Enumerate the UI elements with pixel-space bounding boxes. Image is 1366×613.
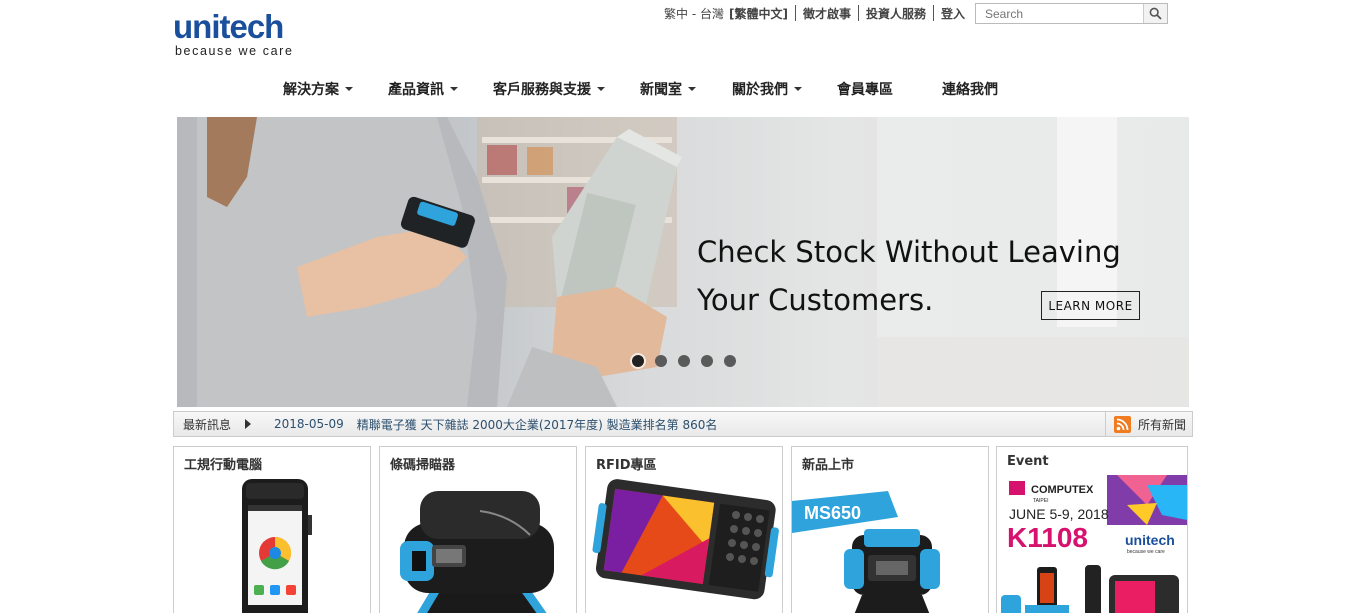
login-link[interactable]: 登入 (941, 5, 965, 22)
caret-down-icon (450, 87, 458, 91)
carousel-dot[interactable] (724, 355, 736, 367)
language-selector[interactable]: [繁體中文] (729, 5, 788, 22)
ms650-scanner-image: MS650 (792, 491, 940, 613)
all-news-label: 所有新聞 (1137, 417, 1186, 432)
carousel-dot[interactable] (655, 355, 667, 367)
news-label: 最新訊息 (183, 417, 232, 432)
nav-label: 會員專區 (837, 82, 893, 98)
investor-link[interactable]: 投資人服務 (866, 5, 926, 22)
nav-solutions[interactable]: 解決方案 (283, 79, 353, 99)
card-new-products[interactable]: 新品上市 MS650 (791, 446, 989, 613)
recruit-link[interactable]: 徵才啟事 (803, 5, 851, 22)
search-icon (1149, 7, 1162, 20)
computex-event-image: COMPUTEX TAIPEI JUNE 5-9, 2018 K1108 uni… (1001, 475, 1187, 613)
ring-scanner-image (400, 491, 554, 613)
carousel-dot[interactable] (632, 355, 644, 367)
event-brand-tagline: because we care (1127, 549, 1165, 555)
nav-label: 關於我們 (732, 82, 788, 98)
nav-contact[interactable]: 連絡我們 (942, 79, 998, 99)
caret-down-icon (794, 87, 802, 91)
logo[interactable]: unitech because we care (173, 8, 303, 59)
card-rfid[interactable]: RFID專區 (585, 446, 783, 613)
news-date: 2018-05-09 (274, 417, 344, 431)
divider (794, 5, 796, 21)
logo-wordmark: unitech (173, 8, 284, 45)
hero-carousel[interactable]: Check Stock Without Leaving Your Custome… (177, 117, 1189, 407)
nav-label: 解決方案 (283, 82, 339, 98)
nav-members[interactable]: 會員專區 (837, 79, 893, 99)
caret-down-icon (345, 87, 353, 91)
search-input[interactable] (976, 4, 1143, 23)
logo-tagline: because we care (175, 44, 294, 58)
search-button[interactable] (1143, 4, 1167, 23)
nav-label: 客戶服務與支援 (493, 82, 591, 98)
card-industrial-mobile-computer[interactable]: 工規行動電腦 (173, 446, 371, 613)
nav-label: 新聞室 (640, 82, 682, 98)
news-ticker: 最新訊息 2018-05-09 精聯電子獲 天下雜誌 2000大企業(2017年… (173, 411, 1193, 437)
nav-support[interactable]: 客戶服務與支援 (493, 79, 605, 99)
nav-label: 連絡我們 (942, 82, 998, 98)
event-brand: unitech (1125, 532, 1175, 548)
caret-down-icon (688, 87, 696, 91)
region-label: 繁中 - 台灣 (664, 6, 724, 21)
mobile-computer-image (242, 479, 312, 613)
card-event[interactable]: Event COMPUTEX TAIPEI JUNE 5-9, 2018 K11… (996, 446, 1188, 613)
top-utility-links: 繁中 - 台灣 [繁體中文] 徵才啟事 投資人服務 登入 (664, 4, 965, 22)
divider (932, 5, 934, 21)
divider (857, 5, 859, 21)
nav-products[interactable]: 產品資訊 (388, 79, 458, 99)
carousel-dot[interactable] (678, 355, 690, 367)
card-title: 新品上市 (802, 458, 855, 473)
nav-about[interactable]: 關於我們 (732, 79, 802, 99)
card-barcode-scanner[interactable]: 條碼掃瞄器 (379, 446, 577, 613)
hero-title-line: Check Stock Without Leaving (697, 235, 1121, 269)
card-title: 工規行動電腦 (184, 458, 263, 473)
card-title: 條碼掃瞄器 (390, 458, 456, 473)
new-product-badge: MS650 (804, 503, 861, 523)
card-title: RFID專區 (596, 458, 657, 473)
event-city: TAIPEI (1033, 498, 1048, 504)
nav-newsroom[interactable]: 新聞室 (640, 79, 696, 99)
news-headline[interactable]: 精聯電子獲 天下雜誌 2000大企業(2017年度) 製造業排名第 860名 (357, 416, 718, 433)
search-box (975, 3, 1168, 24)
carousel-dots (632, 355, 736, 367)
rfid-tablet-image (592, 479, 779, 600)
rss-icon (1113, 415, 1131, 433)
learn-more-button[interactable]: LEARN MORE (1041, 291, 1140, 320)
caret-down-icon (597, 87, 605, 91)
booth-number: K1108 (1007, 522, 1088, 553)
card-title: Event (1007, 454, 1049, 469)
event-name: COMPUTEX (1031, 484, 1094, 496)
nav-label: 產品資訊 (388, 82, 444, 98)
carousel-dot[interactable] (701, 355, 713, 367)
event-date: JUNE 5-9, 2018 (1009, 506, 1109, 522)
all-news-link[interactable]: 所有新聞 (1104, 412, 1192, 436)
arrow-right-icon[interactable] (245, 419, 252, 429)
